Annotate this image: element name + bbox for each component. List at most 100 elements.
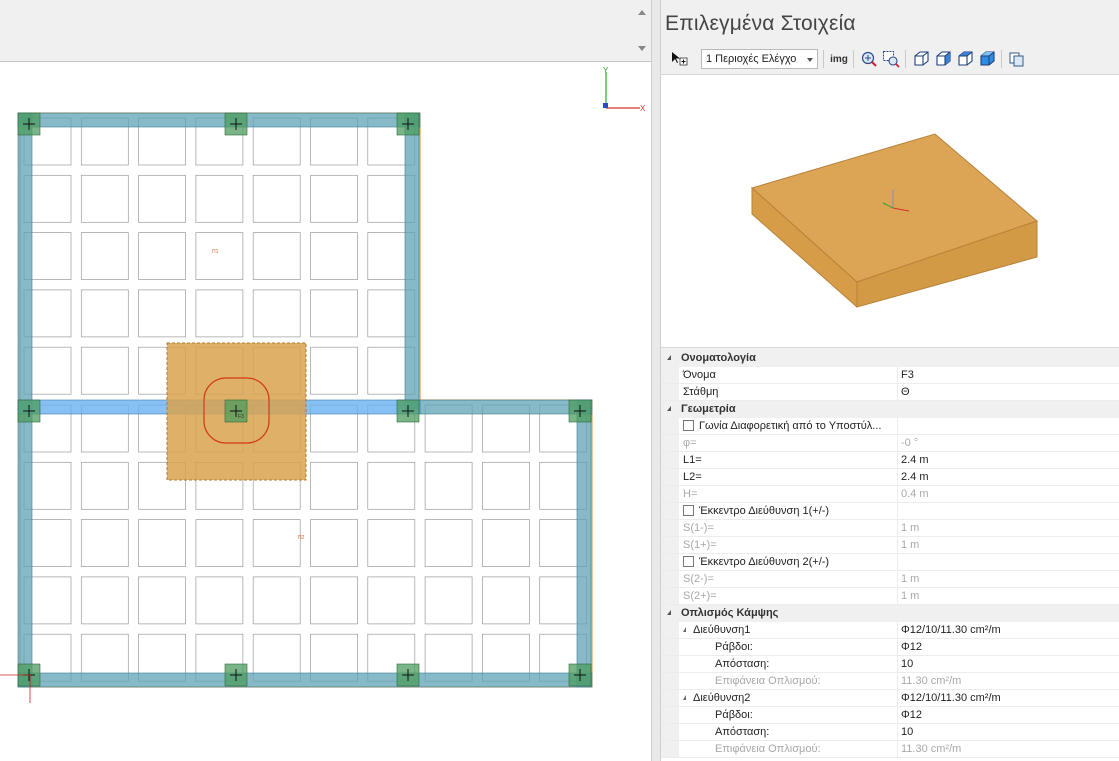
prop-l1-value[interactable]: 2.4 m — [897, 452, 1119, 468]
slab-label-1: Π1 — [212, 249, 219, 255]
plan-drawing[interactable]: Π1 Π2 F3 Y X — [0, 63, 651, 761]
cube-side-icon — [936, 51, 951, 66]
toolbar-separator — [853, 50, 854, 68]
angle-diff-checkbox[interactable] — [683, 420, 694, 431]
chevron-down-icon — [807, 58, 813, 62]
slab-panel-cell — [424, 461, 473, 510]
prop-spacing2-row[interactable]: Απόσταση: 10 — [661, 724, 1119, 741]
slab-panel-cell — [252, 576, 301, 625]
expand-icon[interactable] — [683, 627, 686, 632]
slab-panel-cell — [252, 174, 301, 223]
slab-panel-cell — [195, 576, 244, 625]
prop-spacing2-value[interactable]: 10 — [897, 724, 1119, 740]
view-front-button[interactable] — [911, 49, 931, 69]
slab-label-2: Π2 — [298, 535, 305, 541]
prop-ecc2-row[interactable]: Έκκεντρο Διεύθυνση 2(+/-) — [661, 554, 1119, 571]
slab-panel-cell — [138, 519, 186, 567]
cube-wireframe-icon — [914, 51, 929, 66]
prop-s2p-row: S(2+)= 1 m — [661, 588, 1119, 605]
prop-phi-label: φ= — [683, 437, 697, 449]
prop-dir1-row[interactable]: Διεύθυνση1 Φ12/10/11.30 cm²/m — [661, 622, 1119, 639]
row-gutter — [661, 469, 679, 485]
prop-dir2-value[interactable]: Φ12/10/11.30 cm²/m — [897, 690, 1119, 706]
prop-ecc2-label: Έκκεντρο Διεύθυνση 2(+/-) — [699, 556, 830, 568]
ecc2-checkbox[interactable] — [683, 556, 694, 567]
beam-middle-right[interactable] — [419, 399, 593, 415]
beam-right[interactable] — [576, 399, 592, 688]
prop-l2-value[interactable]: 2.4 m — [897, 469, 1119, 485]
category-geometry[interactable]: Γεωμετρία — [661, 401, 1119, 418]
category-naming[interactable]: Ονοματολογία — [661, 350, 1119, 367]
select-add-button[interactable] — [669, 49, 689, 69]
prop-dir2-row[interactable]: Διεύθυνση2 Φ12/10/11.30 cm²/m — [661, 690, 1119, 707]
prop-spacing1-value[interactable]: 10 — [897, 656, 1119, 672]
row-gutter — [661, 537, 679, 553]
collapse-icon[interactable] — [667, 610, 671, 615]
prop-bars1-value[interactable]: Φ12 — [897, 639, 1119, 655]
plan-view-canvas[interactable]: Π1 Π2 F3 Y X — [0, 63, 651, 761]
prop-phi-value: -0 ° — [897, 435, 1119, 451]
zoom-window-button[interactable] — [881, 49, 901, 69]
slab-panel-cell — [310, 232, 358, 280]
prop-angle-diff-row[interactable]: Γωνία Διαφορετική από το Υποστύλ... — [661, 418, 1119, 435]
collapse-icon[interactable] — [667, 355, 671, 360]
regions-dropdown-value: 1 Περιοχές Ελέγχο — [706, 53, 797, 65]
slab-panel-cell — [138, 174, 186, 223]
prop-ecc1-row[interactable]: Έκκεντρο Διεύθυνση 1(+/-) — [661, 503, 1119, 520]
slab-panel-cell — [367, 576, 416, 625]
slab-panel-cell — [80, 519, 129, 567]
slab-panel-cell — [310, 576, 358, 625]
row-gutter — [661, 554, 679, 570]
expand-icon[interactable] — [683, 695, 686, 700]
slab-panel-cell — [482, 461, 530, 510]
slab-panel-cell — [310, 519, 358, 567]
view-side-button[interactable] — [933, 49, 953, 69]
zoom-extents-button[interactable] — [859, 49, 879, 69]
category-reinforcement[interactable]: Οπλισμός Κάμψης — [661, 605, 1119, 622]
prop-name-value[interactable]: F3 — [897, 367, 1119, 383]
prop-l2-row[interactable]: L2= 2.4 m — [661, 469, 1119, 486]
prop-bars2-value[interactable]: Φ12 — [897, 707, 1119, 723]
prop-name-row[interactable]: Όνομα F3 — [661, 367, 1119, 384]
prop-s2m-value: 1 m — [897, 571, 1119, 587]
panel-splitter[interactable] — [651, 0, 661, 761]
header-scrollbar[interactable] — [636, 2, 649, 60]
prop-level-row[interactable]: Στάθμη Θ — [661, 384, 1119, 401]
prop-bars2-row[interactable]: Ράβδοι: Φ12 — [661, 707, 1119, 724]
slab-panel-cell — [482, 519, 530, 567]
panel-title: Επιλεγμένα Στοιχεία — [665, 12, 856, 35]
prop-area1-value: 11.30 cm²/m — [897, 673, 1119, 689]
beam-mid-vertical[interactable] — [404, 112, 420, 410]
prop-ecc1-label: Έκκεντρο Διεύθυνση 1(+/-) — [699, 505, 830, 517]
scroll-up-icon[interactable] — [638, 10, 646, 15]
ecc1-checkbox[interactable] — [683, 505, 694, 516]
scroll-down-icon[interactable] — [638, 46, 646, 51]
row-gutter — [661, 435, 679, 451]
prop-bars1-label: Ράβδοι: — [715, 641, 753, 653]
beam-top[interactable] — [17, 112, 421, 128]
prop-dir1-value[interactable]: Φ12/10/11.30 cm²/m — [897, 622, 1119, 638]
prop-spacing1-row[interactable]: Απόσταση: 10 — [661, 656, 1119, 673]
prop-level-value[interactable]: Θ — [897, 384, 1119, 400]
axis-triad: Y X — [603, 66, 646, 113]
row-gutter — [661, 384, 679, 400]
beam-bottom[interactable] — [17, 672, 593, 688]
slab-panel-cell — [195, 289, 244, 338]
3d-preview[interactable] — [661, 74, 1119, 348]
view-top-button[interactable] — [955, 49, 975, 69]
axis-y-label: Y — [603, 66, 609, 75]
image-export-button[interactable]: img — [828, 49, 850, 69]
view-3d-button[interactable] — [977, 49, 997, 69]
prop-l1-row[interactable]: L1= 2.4 m — [661, 452, 1119, 469]
row-gutter — [661, 503, 679, 519]
copy-button[interactable] — [1007, 49, 1027, 69]
toolbar-separator — [905, 50, 906, 68]
slab-panel-cell — [310, 174, 358, 223]
prop-bars1-row[interactable]: Ράβδοι: Φ12 — [661, 639, 1119, 656]
regions-dropdown[interactable]: 1 Περιοχές Ελέγχο — [701, 49, 818, 69]
collapse-icon[interactable] — [667, 406, 671, 411]
slab-panel-cell — [80, 232, 129, 280]
copy-icon — [1009, 52, 1024, 67]
footing-label: F3 — [238, 414, 244, 420]
prop-dir1-label: Διεύθυνση1 — [693, 624, 751, 636]
